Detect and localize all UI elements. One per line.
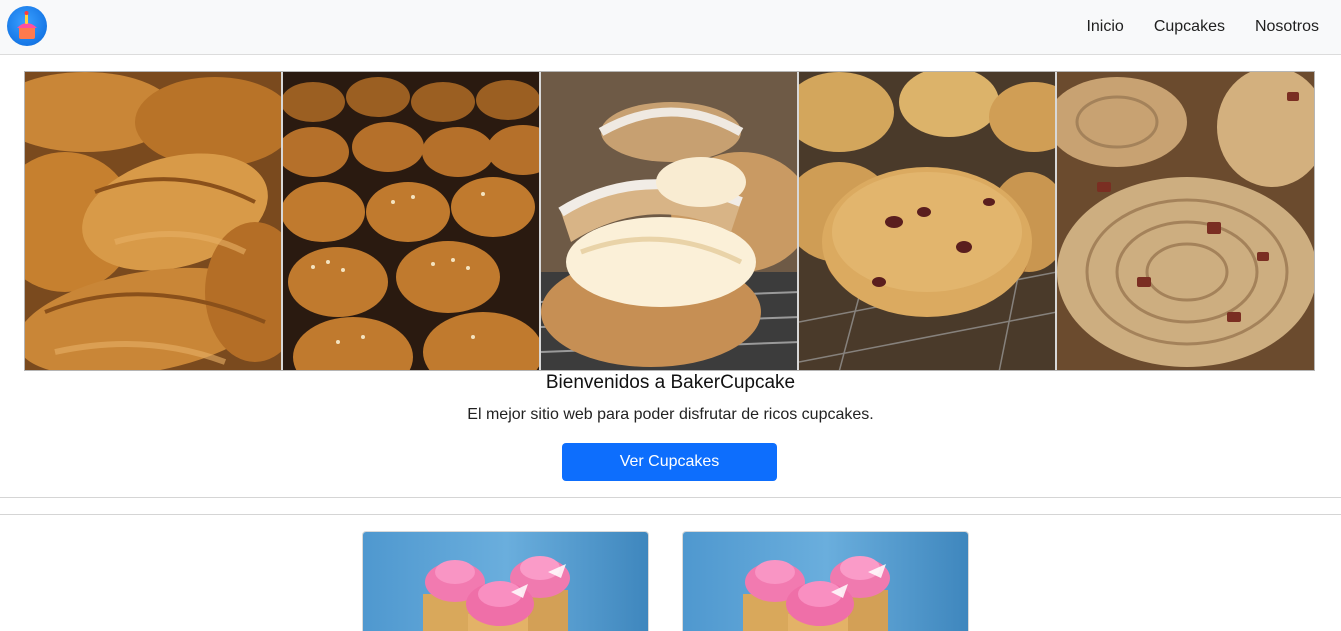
pink-cupcakes-image: [363, 532, 648, 631]
pink-cupcakes-image: [683, 532, 968, 631]
navbar: Inicio Cupcakes Nosotros: [0, 0, 1341, 55]
nav-link-nosotros[interactable]: Nosotros: [1255, 18, 1319, 36]
muffins-photo: [799, 72, 1057, 370]
welcome-subtitle: El mejor sitio web para poder disfrutar …: [467, 406, 874, 423]
pinwheel-pastries-photo: [1057, 72, 1314, 370]
divider-bottom: [0, 514, 1341, 515]
nav-link-cupcakes[interactable]: Cupcakes: [1154, 18, 1225, 36]
ver-cupcakes-button[interactable]: Ver Cupcakes: [562, 443, 777, 481]
nav-link-inicio[interactable]: Inicio: [1086, 18, 1123, 36]
divider-top: [0, 497, 1341, 498]
cream-puffs-photo: [541, 72, 799, 370]
cupcake-card[interactable]: [362, 531, 649, 631]
hero-gallery: [24, 71, 1315, 371]
cupcake-card[interactable]: [682, 531, 969, 631]
croissants-photo: [25, 72, 283, 370]
sesame-buns-photo: [283, 72, 541, 370]
cupcake-logo-icon[interactable]: [7, 6, 47, 46]
welcome-title: Bienvenidos a BakerCupcake: [545, 372, 796, 393]
nav-links: Inicio Cupcakes Nosotros: [1056, 0, 1319, 54]
